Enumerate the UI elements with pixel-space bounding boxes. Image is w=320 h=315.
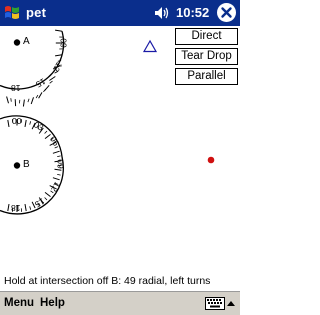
holding-pattern-canvas[interactable]: A 09 12 15 18 B 00 03 06 09 12 15 18 bbox=[0, 26, 240, 291]
close-x-icon bbox=[221, 7, 232, 18]
status-message: Hold at intersection off B: 49 radial, l… bbox=[4, 275, 211, 287]
navigation-drawing bbox=[0, 29, 215, 215]
menu-bar: Menu Help bbox=[0, 291, 240, 315]
close-button[interactable] bbox=[217, 3, 236, 22]
menu-button[interactable]: Menu bbox=[4, 297, 34, 309]
keyboard-icon[interactable] bbox=[205, 297, 225, 310]
fix-b-tick-00: 00 bbox=[12, 116, 22, 126]
tear-drop-entry-button[interactable]: Tear Drop bbox=[175, 48, 238, 65]
fix-b-label: B bbox=[23, 159, 30, 170]
app-title: pet bbox=[26, 5, 47, 20]
speaker-icon[interactable] bbox=[154, 6, 170, 20]
target-dot bbox=[207, 156, 215, 164]
title-bar: pet 10:52 bbox=[0, 0, 240, 26]
up-arrow-icon[interactable] bbox=[227, 300, 235, 306]
clock[interactable]: 10:52 bbox=[176, 5, 209, 20]
windows-flag-icon[interactable] bbox=[3, 4, 21, 22]
fix-b-tick-09: 09 bbox=[55, 159, 66, 169]
aircraft-marker bbox=[142, 39, 158, 53]
fix-b-tick-18: 18 bbox=[11, 203, 21, 213]
fix-a-tick-09: 09 bbox=[58, 38, 69, 48]
help-button[interactable]: Help bbox=[40, 297, 65, 309]
fix-b-compass bbox=[0, 115, 64, 215]
direct-entry-button[interactable]: Direct bbox=[175, 28, 238, 45]
parallel-entry-button[interactable]: Parallel bbox=[175, 68, 238, 85]
fix-a-label: A bbox=[23, 36, 30, 47]
fix-a-tick-18: 18 bbox=[11, 83, 21, 93]
